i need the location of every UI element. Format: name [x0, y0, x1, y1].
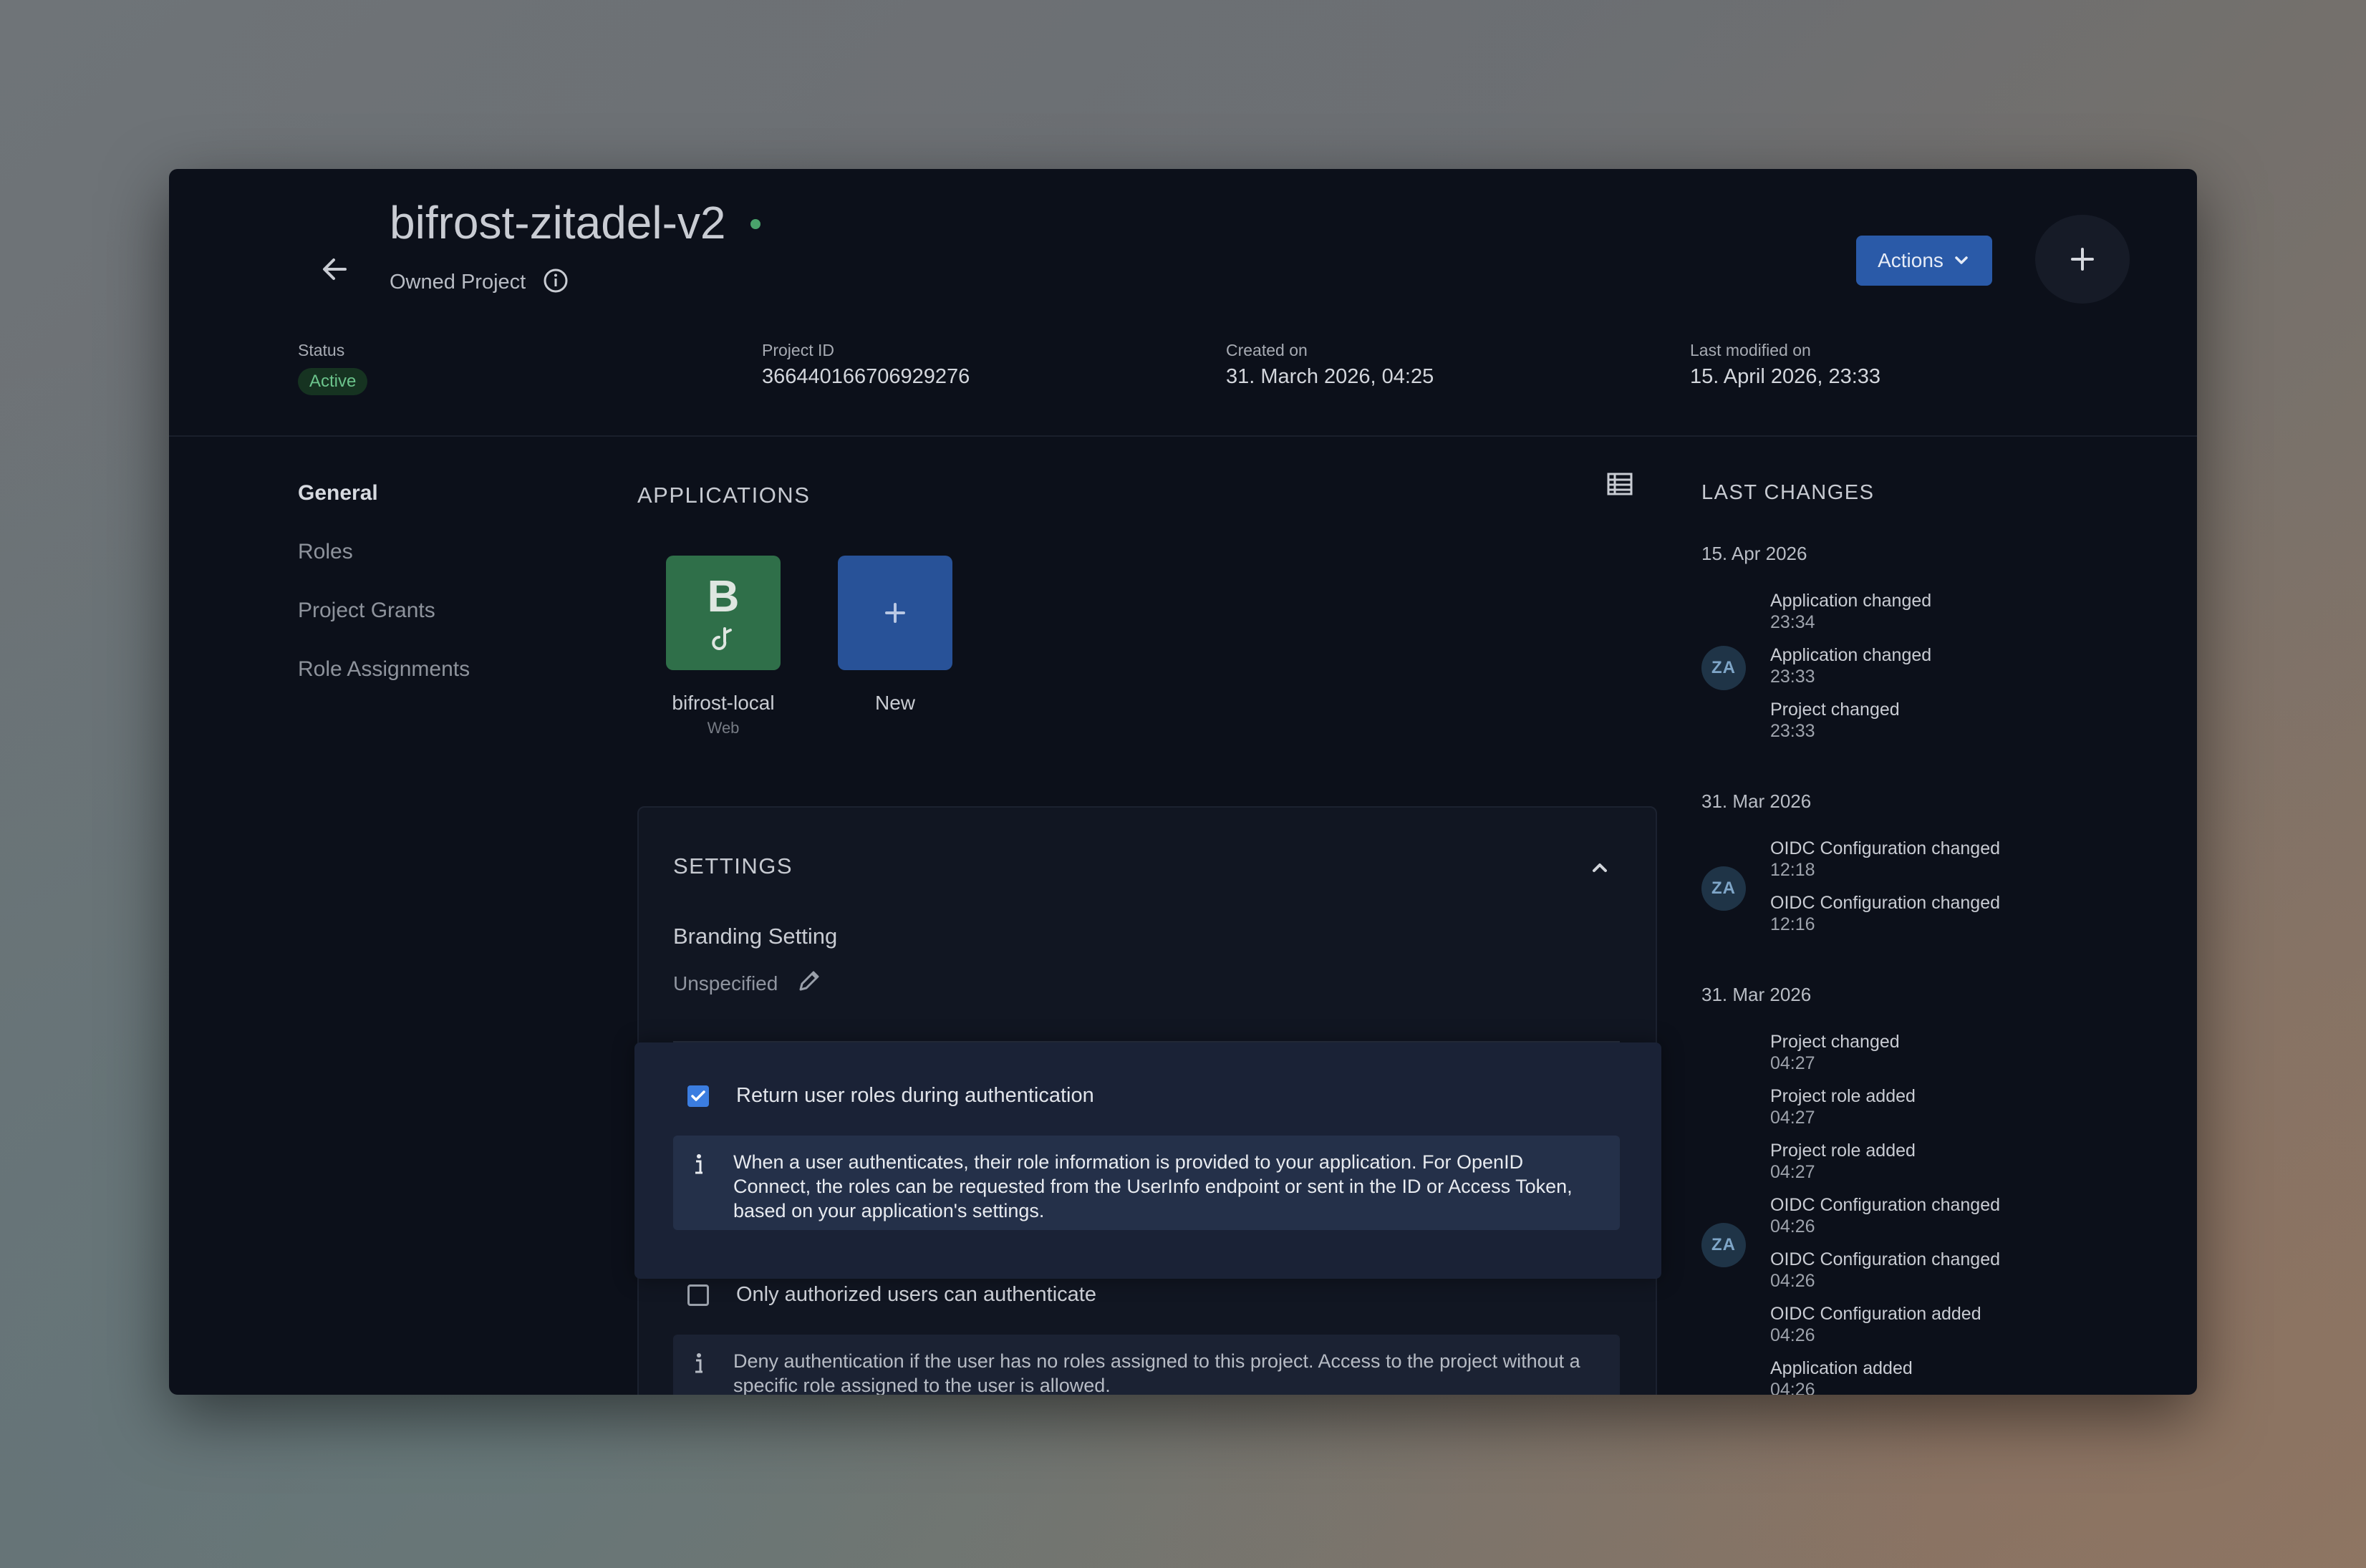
change-group-date: 31. Mar 2026: [1701, 790, 1812, 812]
app-type: Web: [707, 719, 740, 737]
change-group-date: 31. Mar 2026: [1701, 984, 1812, 1005]
modified-value: 15. April 2026, 23:33: [1690, 365, 1881, 388]
back-arrow-icon[interactable]: [312, 246, 358, 292]
branding-setting-label: Branding Setting: [673, 924, 838, 949]
change-time: 12:18: [1770, 860, 1815, 880]
project-header: bifrost-zitadel-v2 Owned Project Actions…: [169, 169, 2197, 437]
change-entry: Project changed: [1770, 1032, 1900, 1052]
nav-item-general[interactable]: General: [298, 481, 378, 505]
return-roles-description: When a user authenticates, their role in…: [733, 1151, 1573, 1221]
nav-item-roles[interactable]: Roles: [298, 540, 353, 564]
info-glyph-icon: [695, 1353, 702, 1373]
created-label: Created on: [1226, 341, 1308, 359]
change-time: 04:26: [1770, 1271, 1815, 1291]
authorized-only-description: Deny authentication if the user has no r…: [733, 1350, 1580, 1395]
info-icon[interactable]: [541, 266, 570, 295]
change-entry: Project role added: [1770, 1141, 1916, 1161]
plus-icon: [2071, 248, 2094, 271]
change-time: 04:26: [1770, 1380, 1815, 1395]
project-id-value: 366440166706929276: [762, 365, 970, 388]
modified-label: Last modified on: [1690, 341, 1811, 359]
project-type-label: Owned Project: [390, 271, 526, 294]
change-entry: OIDC Configuration changed: [1770, 1249, 2001, 1269]
plus-icon: [885, 603, 905, 623]
return-roles-info: When a user authenticates, their role in…: [673, 1136, 1620, 1230]
applications-title: APPLICATIONS: [637, 483, 811, 508]
new-app-label: New: [874, 692, 915, 714]
status-dot-icon: [750, 219, 760, 229]
actions-button-label: Actions: [1878, 249, 1944, 271]
change-entry: OIDC Configuration changed: [1770, 893, 2001, 913]
change-group-date: 15. Apr 2026: [1701, 543, 1807, 564]
app-name: bifrost-local: [672, 692, 775, 714]
authorized-only-info: Deny authentication if the user has no r…: [673, 1335, 1620, 1395]
collapse-chevron-icon[interactable]: [1585, 853, 1614, 882]
edit-pencil-icon[interactable]: [795, 967, 824, 995]
change-time: 23:33: [1770, 721, 1815, 741]
page-title: bifrost-zitadel-v2: [390, 197, 726, 248]
avatar: ZA: [1701, 1223, 1746, 1267]
settings-title: SETTINGS: [673, 853, 793, 879]
project-window: bifrost-zitadel-v2 Owned Project Actions…: [169, 169, 2197, 1395]
authorized-only-checkbox[interactable]: [687, 1284, 709, 1306]
change-entry: Application changed: [1770, 591, 1932, 611]
avatar: ZA: [1701, 866, 1746, 911]
change-time: 23:33: [1770, 667, 1815, 687]
authorized-only-label: Only authorized users can authenticate: [736, 1283, 1096, 1306]
change-time: 04:27: [1770, 1108, 1815, 1128]
web-app-icon: [712, 627, 732, 650]
change-time: 04:26: [1770, 1216, 1815, 1237]
change-time: 04:27: [1770, 1162, 1815, 1182]
return-roles-checkbox[interactable]: [687, 1085, 709, 1107]
table-view-icon[interactable]: [1606, 470, 1634, 498]
change-time: 04:26: [1770, 1325, 1815, 1345]
branding-setting-value: Unspecified: [673, 972, 778, 994]
info-glyph-icon: [695, 1154, 702, 1174]
change-entry: OIDC Configuration added: [1770, 1304, 1981, 1324]
change-entry: Application added: [1770, 1358, 1913, 1378]
new-app-button[interactable]: [838, 556, 952, 670]
change-entry: OIDC Configuration changed: [1770, 1195, 2001, 1215]
change-time: 12:16: [1770, 914, 1815, 934]
return-roles-label: Return user roles during authentication: [736, 1084, 1094, 1107]
checkmark-icon: [691, 1090, 705, 1101]
nav-item-project-grants[interactable]: Project Grants: [298, 599, 435, 623]
avatar: ZA: [1701, 646, 1746, 690]
actions-button[interactable]: Actions: [1856, 236, 1992, 286]
change-entry: Project role added: [1770, 1086, 1916, 1106]
project-id-label: Project ID: [762, 341, 834, 359]
status-label: Status: [298, 341, 345, 359]
change-entry: Application changed: [1770, 645, 1932, 665]
chevron-down-icon: [1955, 256, 1968, 264]
created-value: 31. March 2026, 04:25: [1226, 365, 1434, 388]
last-changes-title: LAST CHANGES: [1701, 481, 1875, 504]
nav-item-role-assignments[interactable]: Role Assignments: [298, 657, 470, 682]
change-entry: OIDC Configuration changed: [1770, 838, 2001, 858]
status-badge: Active: [298, 368, 368, 395]
change-entry: Project changed: [1770, 700, 1900, 720]
add-button[interactable]: [2035, 215, 2130, 304]
change-time: 04:27: [1770, 1053, 1815, 1073]
app-tile-letter: B: [707, 572, 740, 621]
change-time: 23:34: [1770, 612, 1815, 632]
app-tile-bifrost-local[interactable]: B: [666, 556, 781, 670]
